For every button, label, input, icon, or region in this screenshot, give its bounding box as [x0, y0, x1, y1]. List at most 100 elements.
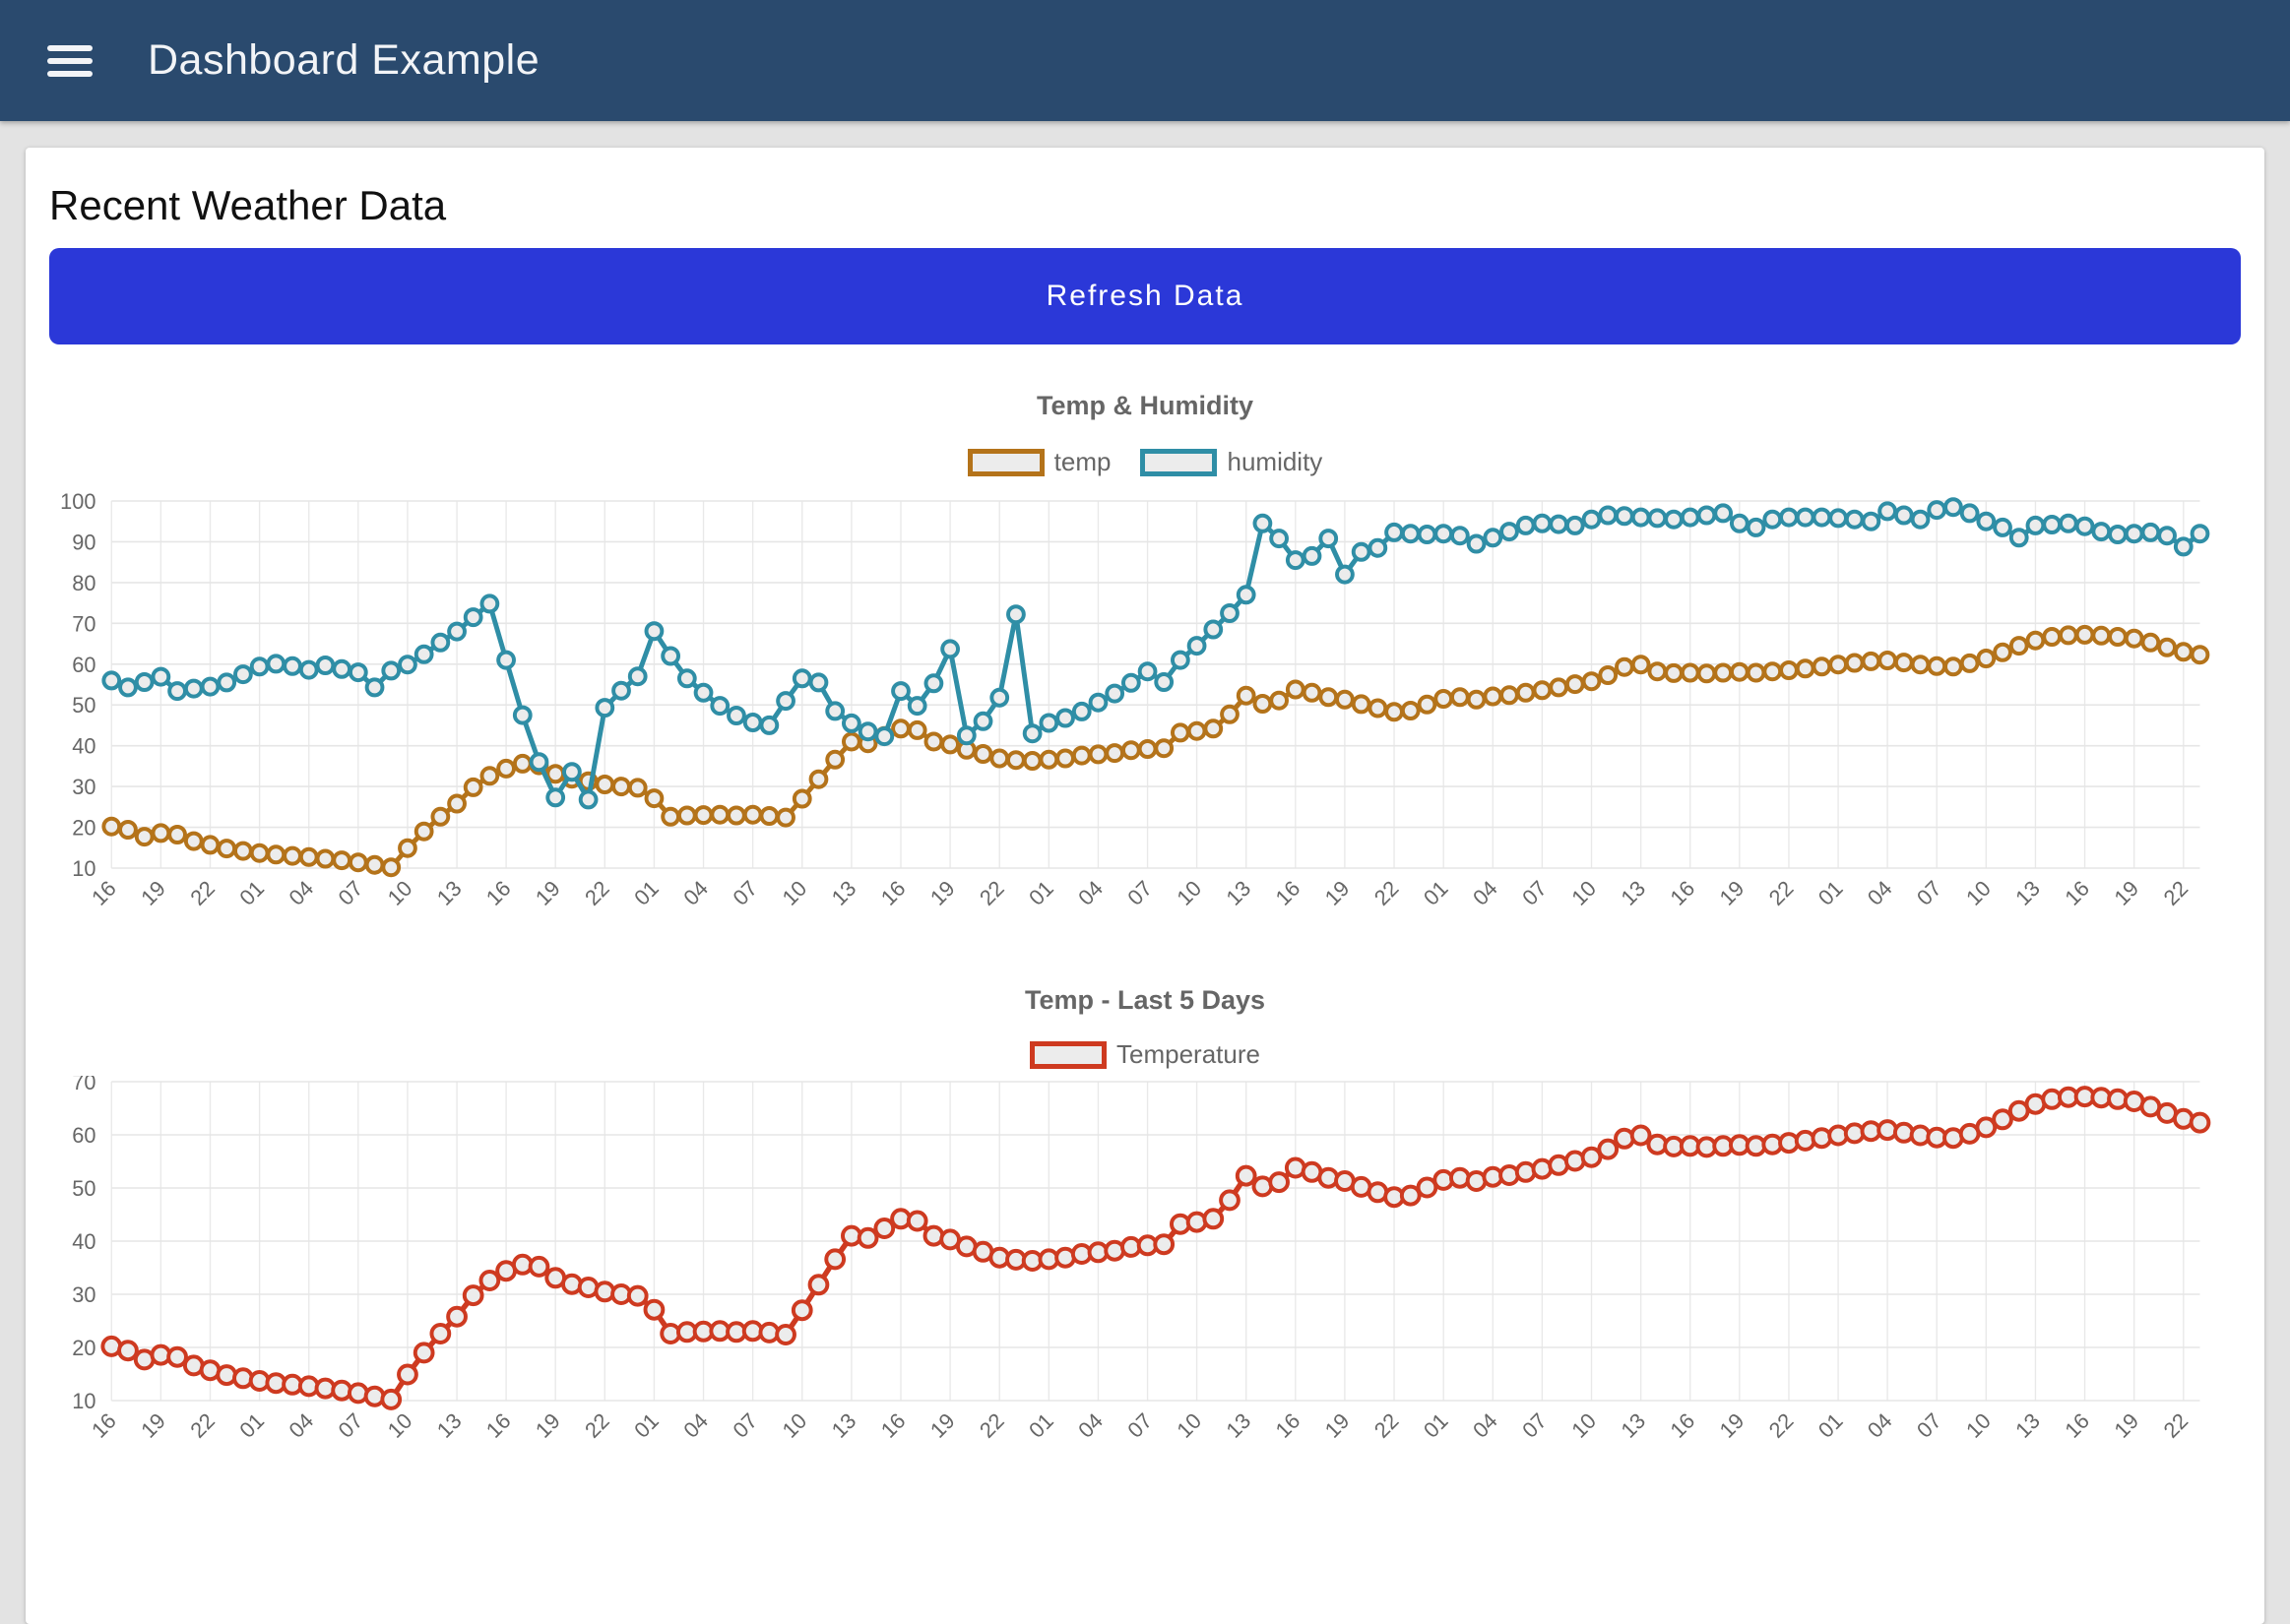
svg-text:13: 13 [827, 876, 861, 910]
svg-text:10: 10 [1566, 1408, 1601, 1443]
svg-text:19: 19 [2109, 876, 2143, 910]
legend-label: temp [1054, 447, 1112, 477]
legend-swatch [1030, 1041, 1107, 1069]
svg-text:07: 07 [1122, 876, 1157, 910]
svg-text:16: 16 [87, 1408, 121, 1443]
svg-text:04: 04 [678, 1408, 713, 1443]
svg-text:60: 60 [72, 1123, 95, 1148]
svg-text:50: 50 [72, 693, 95, 718]
svg-text:40: 40 [72, 1229, 95, 1254]
svg-text:13: 13 [1616, 1408, 1650, 1443]
svg-text:70: 70 [72, 611, 95, 636]
svg-text:60: 60 [72, 653, 95, 677]
svg-text:22: 22 [185, 1408, 220, 1443]
svg-text:19: 19 [1320, 1408, 1355, 1443]
svg-text:04: 04 [1073, 1408, 1108, 1443]
svg-text:07: 07 [334, 1408, 368, 1443]
svg-text:13: 13 [432, 1408, 467, 1443]
temp-humidity-chart[interactable]: 1020304050607080901001619220104071013161… [49, 485, 2241, 943]
svg-text:22: 22 [2159, 876, 2194, 910]
svg-text:22: 22 [1369, 876, 1404, 910]
svg-text:16: 16 [1271, 876, 1305, 910]
svg-text:10: 10 [72, 1389, 95, 1413]
svg-text:22: 22 [1764, 876, 1799, 910]
svg-text:19: 19 [925, 876, 960, 910]
svg-text:13: 13 [1221, 1408, 1255, 1443]
svg-text:10: 10 [383, 1408, 417, 1443]
content-card: Recent Weather Data Refresh Data Temp & … [26, 148, 2264, 1624]
svg-text:16: 16 [876, 876, 911, 910]
svg-text:10: 10 [1172, 876, 1206, 910]
legend-swatch [968, 449, 1045, 476]
svg-text:16: 16 [876, 1408, 911, 1443]
svg-text:100: 100 [60, 489, 95, 514]
chart1-legend: temp humidity [49, 447, 2241, 477]
svg-text:04: 04 [1863, 1408, 1897, 1443]
app-header: Dashboard Example [0, 0, 2290, 121]
svg-text:01: 01 [1813, 876, 1848, 910]
svg-text:19: 19 [531, 876, 565, 910]
svg-text:04: 04 [678, 876, 713, 910]
svg-text:07: 07 [728, 1408, 762, 1443]
svg-text:30: 30 [72, 775, 95, 799]
svg-text:13: 13 [432, 876, 467, 910]
svg-text:22: 22 [1369, 1408, 1404, 1443]
svg-text:22: 22 [580, 1408, 614, 1443]
svg-text:10: 10 [778, 876, 812, 910]
svg-text:04: 04 [284, 1408, 318, 1443]
svg-text:50: 50 [72, 1176, 95, 1201]
svg-text:30: 30 [72, 1282, 95, 1307]
svg-text:16: 16 [2060, 876, 2094, 910]
svg-text:13: 13 [2010, 1408, 2045, 1443]
svg-text:01: 01 [1419, 1408, 1453, 1443]
page-heading: Recent Weather Data [49, 148, 2241, 230]
svg-text:19: 19 [925, 1408, 960, 1443]
legend-item-temp[interactable]: temp [968, 447, 1112, 477]
legend-label: humidity [1227, 447, 1322, 477]
chart2-title: Temp - Last 5 Days [49, 984, 2241, 1016]
temp-last-5-days-chart[interactable]: 1020304050607016192201040710131619220104… [49, 1076, 2241, 1561]
app-title: Dashboard Example [148, 36, 540, 85]
svg-text:22: 22 [185, 876, 220, 910]
svg-text:19: 19 [1320, 876, 1355, 910]
svg-text:04: 04 [1468, 1408, 1502, 1443]
legend-item-humidity[interactable]: humidity [1140, 447, 1322, 477]
svg-text:01: 01 [1813, 1408, 1848, 1443]
svg-text:10: 10 [778, 1408, 812, 1443]
svg-text:16: 16 [481, 876, 516, 910]
svg-text:01: 01 [1419, 876, 1453, 910]
menu-icon[interactable] [47, 38, 93, 84]
svg-text:01: 01 [629, 1408, 664, 1443]
svg-text:07: 07 [1517, 1408, 1552, 1443]
svg-text:22: 22 [580, 876, 614, 910]
svg-text:01: 01 [234, 1408, 269, 1443]
chart1-title: Temp & Humidity [49, 390, 2241, 421]
svg-text:04: 04 [1468, 876, 1502, 910]
svg-text:16: 16 [1666, 1408, 1700, 1443]
svg-text:80: 80 [72, 571, 95, 595]
svg-text:19: 19 [531, 1408, 565, 1443]
svg-text:04: 04 [1863, 876, 1897, 910]
svg-text:07: 07 [1912, 1408, 1946, 1443]
svg-text:07: 07 [728, 876, 762, 910]
svg-text:20: 20 [72, 815, 95, 840]
svg-text:01: 01 [629, 876, 664, 910]
svg-text:10: 10 [383, 876, 417, 910]
legend-label: Temperature [1116, 1039, 1260, 1070]
svg-text:19: 19 [136, 1408, 170, 1443]
refresh-data-button[interactable]: Refresh Data [49, 248, 2241, 344]
svg-text:13: 13 [2010, 876, 2045, 910]
svg-text:16: 16 [481, 1408, 516, 1443]
svg-text:16: 16 [87, 876, 121, 910]
svg-text:01: 01 [1024, 876, 1058, 910]
svg-text:13: 13 [1616, 876, 1650, 910]
svg-text:20: 20 [72, 1336, 95, 1360]
svg-text:10: 10 [1566, 876, 1601, 910]
svg-text:07: 07 [1912, 876, 1946, 910]
svg-text:22: 22 [1764, 1408, 1799, 1443]
svg-text:10: 10 [72, 856, 95, 881]
svg-text:90: 90 [72, 530, 95, 554]
legend-item-temperature[interactable]: Temperature [1030, 1039, 1260, 1070]
svg-text:07: 07 [334, 876, 368, 910]
svg-text:13: 13 [1221, 876, 1255, 910]
